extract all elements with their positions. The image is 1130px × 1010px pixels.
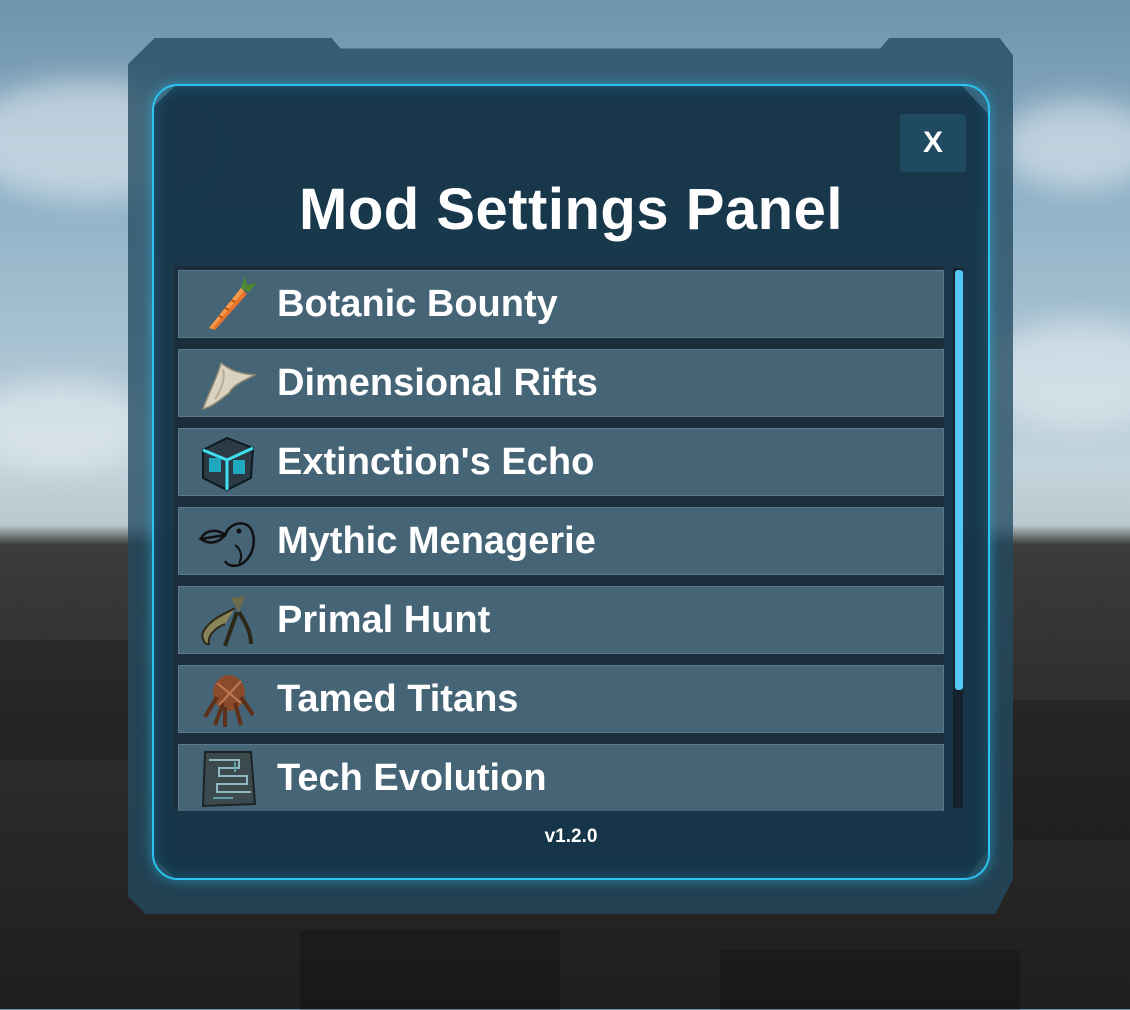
mod-item-extinctions-echo[interactable]: Extinction's Echo	[178, 428, 944, 496]
dodo-icon	[197, 522, 255, 568]
close-button[interactable]: X	[900, 114, 966, 172]
claw-icon	[201, 596, 253, 647]
mod-item-label: Extinction's Echo	[277, 440, 595, 483]
mod-item-tamed-titans[interactable]: Tamed Titans	[178, 665, 944, 733]
mod-item-label: Mythic Menagerie	[277, 519, 596, 562]
scrollbar-thumb[interactable]	[955, 270, 963, 690]
tooth-icon	[201, 361, 258, 411]
mod-item-label: Botanic Bounty	[277, 282, 558, 325]
mod-list: Botanic Bounty Dimensional Rifts Extinct…	[174, 266, 944, 811]
panel-title: Mod Settings Panel	[299, 177, 843, 242]
glowing-cube-icon	[202, 436, 255, 492]
mod-item-tech-evolution[interactable]: Tech Evolution	[178, 744, 944, 811]
mod-item-label: Dimensional Rifts	[277, 361, 598, 404]
mod-item-mythic-menagerie[interactable]: Mythic Menagerie	[178, 507, 944, 575]
version-label: v1.2.0	[544, 826, 598, 847]
circuit-plate-icon	[201, 751, 257, 808]
carrot-icon	[209, 276, 257, 330]
mod-item-primal-hunt[interactable]: Primal Hunt	[178, 586, 944, 654]
mod-item-label: Primal Hunt	[277, 598, 491, 641]
mod-item-botanic-bounty[interactable]: Botanic Bounty	[178, 270, 944, 338]
mod-item-label: Tech Evolution	[277, 756, 547, 799]
mod-item-label: Tamed Titans	[277, 677, 519, 720]
mod-item-dimensional-rifts[interactable]: Dimensional Rifts	[178, 349, 944, 417]
creature-icon	[203, 675, 255, 727]
